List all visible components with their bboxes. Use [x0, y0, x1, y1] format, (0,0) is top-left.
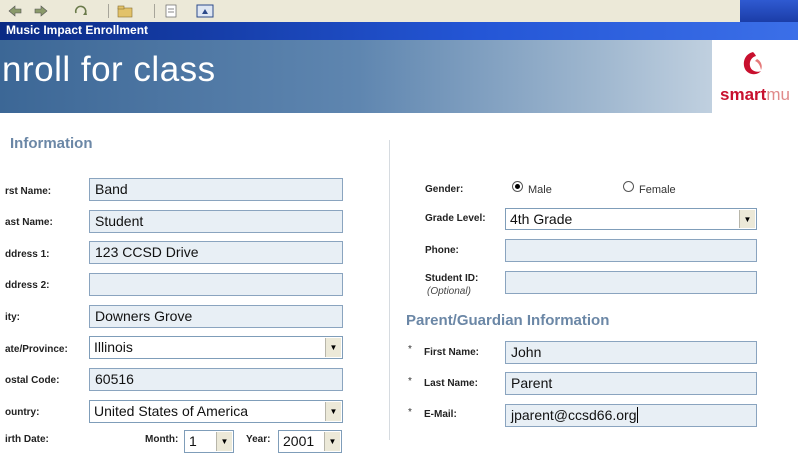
smartmusic-logo: smartmu: [712, 40, 798, 113]
page-icon[interactable]: [162, 3, 180, 19]
postal-code-field[interactable]: 60516: [89, 368, 343, 391]
column-divider: [389, 140, 390, 440]
last-name-label: ast Name:: [5, 217, 53, 228]
parent-section-heading: Parent/Guardian Information: [406, 312, 610, 329]
text-caret: [637, 407, 638, 423]
address1-field[interactable]: 123 CCSD Drive: [89, 241, 343, 264]
first-name-label: rst Name:: [5, 186, 52, 197]
phone-label: Phone:: [425, 245, 459, 256]
grade-level-value: 4th Grade: [510, 211, 573, 227]
dropdown-arrow-icon[interactable]: ▼: [324, 432, 340, 451]
city-field[interactable]: Downers Grove: [89, 305, 343, 328]
phone-field[interactable]: [505, 239, 757, 262]
student-id-hint: (Optional): [427, 286, 471, 297]
parent-email-label: E-Mail:: [424, 409, 457, 420]
state-select[interactable]: Illinois ▼: [89, 336, 343, 359]
state-value: Illinois: [94, 339, 133, 355]
logo-text-suffix: mu: [766, 85, 790, 104]
dropdown-arrow-icon[interactable]: ▼: [739, 210, 755, 228]
address2-field[interactable]: [89, 273, 343, 296]
dropdown-arrow-icon[interactable]: ▼: [325, 338, 341, 357]
country-value: United States of America: [94, 403, 249, 419]
required-marker: *: [408, 344, 412, 355]
window-icon[interactable]: [196, 3, 214, 19]
grade-level-select[interactable]: 4th Grade ▼: [505, 208, 757, 230]
browser-toolbar: [0, 0, 798, 23]
parent-first-name-label: First Name:: [424, 347, 480, 358]
logo-icon: [743, 52, 762, 75]
country-label: ountry:: [5, 407, 40, 418]
logo-text-main: smart: [720, 85, 767, 104]
required-marker: *: [408, 376, 412, 387]
gender-male-label: Male: [528, 184, 552, 196]
window-title: Music Impact Enrollment: [6, 23, 149, 37]
parent-last-name-label: Last Name:: [424, 378, 478, 389]
parent-first-name-field[interactable]: John: [505, 341, 757, 364]
required-marker: *: [408, 407, 412, 418]
student-info-heading: Information: [10, 135, 93, 152]
dropdown-arrow-icon[interactable]: ▼: [325, 402, 341, 421]
birth-month-value: 1: [189, 433, 197, 449]
birth-year-value: 2001: [283, 433, 315, 449]
back-icon[interactable]: [6, 3, 24, 19]
student-id-field[interactable]: [505, 271, 757, 294]
gender-male-radio[interactable]: [512, 181, 523, 192]
parent-last-name-field[interactable]: Parent: [505, 372, 757, 395]
country-select[interactable]: United States of America ▼: [89, 400, 343, 423]
last-name-field[interactable]: Student: [89, 210, 343, 233]
state-label: ate/Province:: [5, 344, 68, 355]
first-name-field[interactable]: Band: [89, 178, 343, 201]
parent-email-field[interactable]: jparent@ccsd66.org: [505, 404, 757, 427]
gender-label: Gender:: [425, 184, 464, 195]
refresh-icon[interactable]: [72, 3, 90, 19]
dropdown-arrow-icon[interactable]: ▼: [216, 432, 232, 451]
address1-label: ddress 1:: [5, 249, 50, 260]
page-title: nroll for class: [2, 50, 216, 89]
birth-month-select[interactable]: 1 ▼: [184, 430, 234, 453]
city-label: ity:: [5, 312, 20, 323]
window-title-bar: Music Impact Enrollment: [0, 22, 798, 40]
forward-icon[interactable]: [32, 3, 50, 19]
gender-female-radio[interactable]: [623, 181, 634, 192]
gender-female-label: Female: [639, 184, 676, 196]
student-id-label: Student ID:: [425, 273, 479, 284]
folder-icon[interactable]: [116, 3, 134, 19]
grade-level-label: Grade Level:: [425, 213, 486, 224]
postal-code-label: ostal Code:: [5, 375, 60, 386]
address2-label: ddress 2:: [5, 280, 50, 291]
page-banner: nroll for class smartmu: [0, 40, 798, 113]
birth-year-select[interactable]: 2001 ▼: [278, 430, 342, 453]
